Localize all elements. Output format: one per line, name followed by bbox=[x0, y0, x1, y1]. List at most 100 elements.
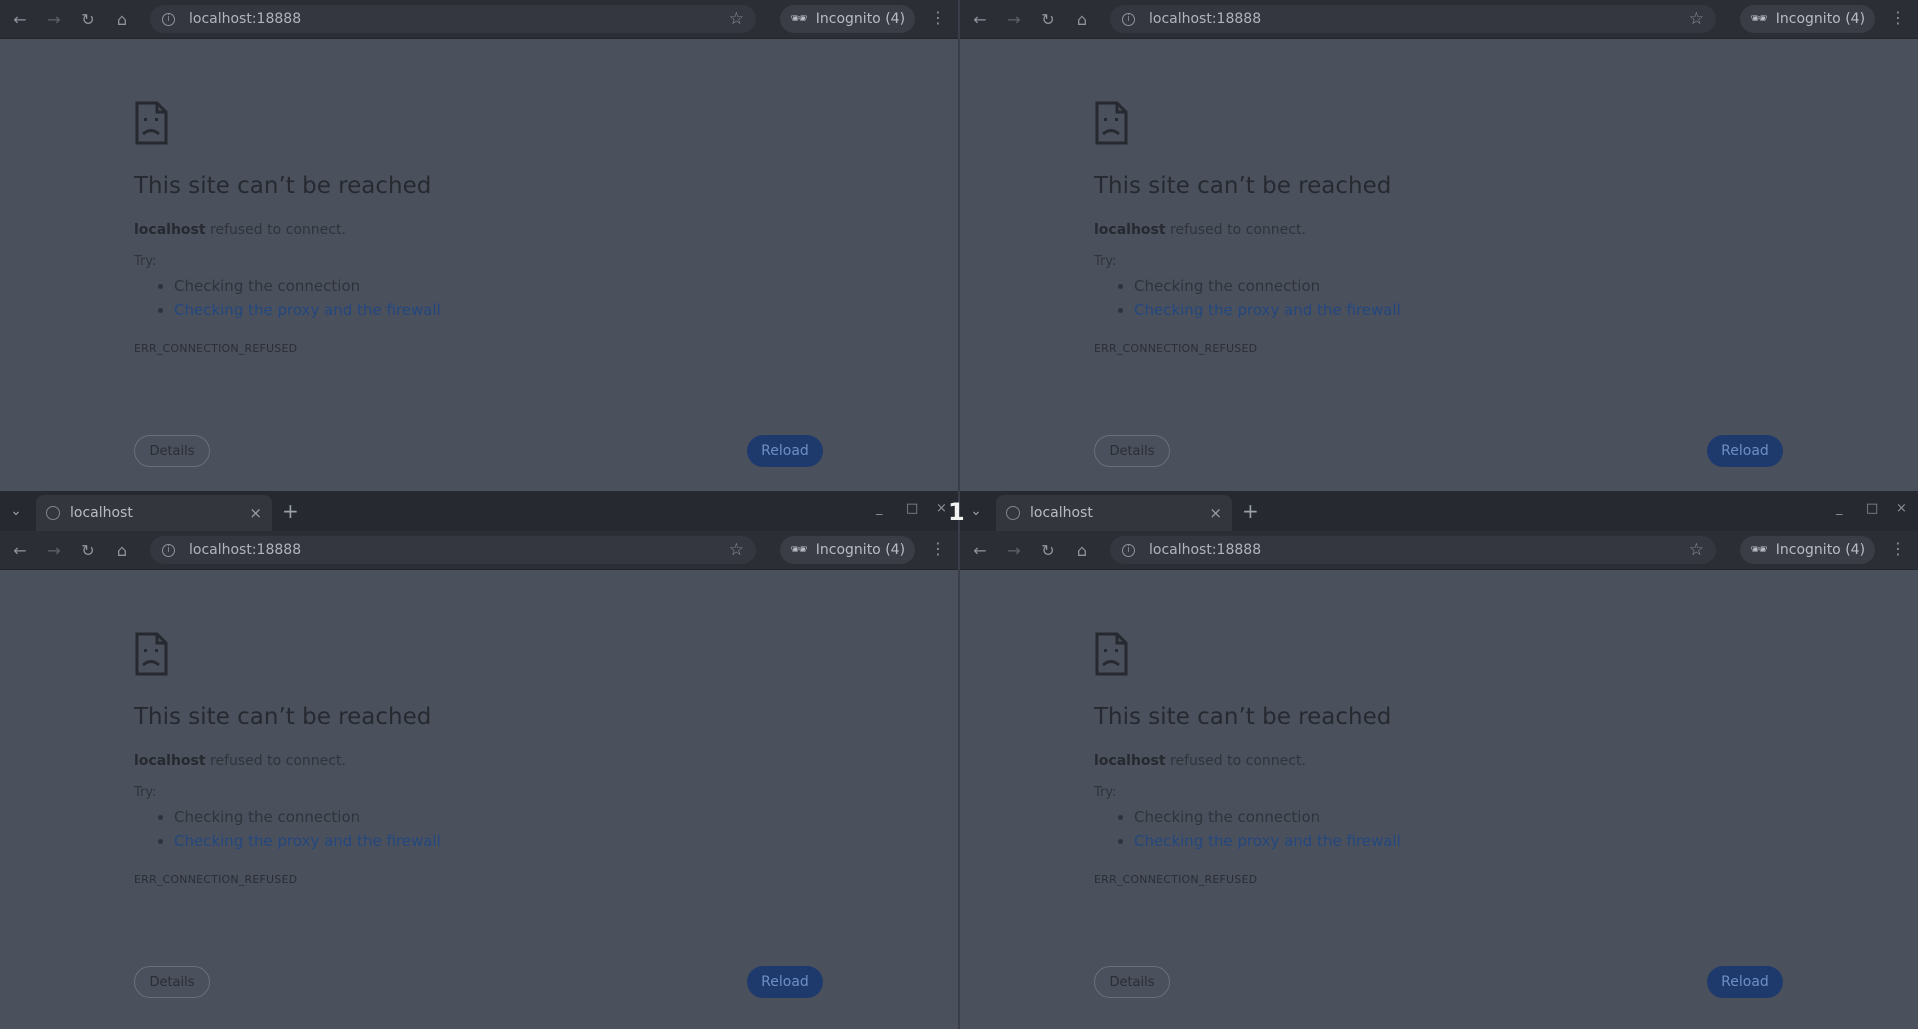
home-icon[interactable]: ⌂ bbox=[1068, 536, 1096, 564]
kebab-menu-icon[interactable]: ⋮ bbox=[1890, 8, 1906, 27]
reload-button[interactable]: Reload bbox=[747, 966, 823, 998]
forward-icon[interactable]: → bbox=[40, 5, 68, 33]
incognito-label: Incognito (4) bbox=[1775, 11, 1866, 27]
tab-search-chevron-icon[interactable]: ⌄ bbox=[966, 501, 986, 521]
tab-strip: ⌄ localhost × + _ □ × bbox=[0, 491, 958, 531]
reload-icon[interactable]: ↻ bbox=[1034, 536, 1062, 564]
site-info-icon[interactable]: i bbox=[162, 543, 175, 557]
incognito-indicator[interactable]: 🕶 Incognito (4) bbox=[780, 5, 916, 33]
bookmark-star-icon[interactable]: ☆ bbox=[1689, 9, 1704, 29]
suggestion-check-proxy-link[interactable]: Checking the proxy and the firewall bbox=[1134, 832, 1401, 850]
reload-icon[interactable]: ↻ bbox=[74, 5, 102, 33]
error-code: ERR_CONNECTION_REFUSED bbox=[134, 342, 298, 355]
close-window-button[interactable]: × bbox=[936, 501, 947, 516]
url-text: localhost:18888 bbox=[1149, 11, 1262, 27]
site-info-icon[interactable]: i bbox=[162, 12, 175, 26]
back-icon[interactable]: ← bbox=[966, 536, 994, 564]
maximize-button[interactable]: □ bbox=[906, 501, 918, 516]
browser-toolbar: ← → ↻ ⌂ i localhost:18888 ☆ 🕶 Incognito … bbox=[960, 531, 1918, 570]
reload-button[interactable]: Reload bbox=[1707, 435, 1783, 467]
browser-toolbar: ← → ↻ ⌂ i localhost:18888 ☆ 🕶 Incognito … bbox=[0, 531, 958, 570]
error-message-rest: refused to connect. bbox=[1165, 222, 1306, 238]
details-button[interactable]: Details bbox=[1094, 435, 1170, 467]
incognito-label: Incognito (4) bbox=[1775, 542, 1866, 558]
address-bar[interactable]: i localhost:18888 ☆ bbox=[150, 536, 756, 564]
new-tab-button[interactable]: + bbox=[282, 499, 299, 523]
address-bar[interactable]: i localhost:18888 ☆ bbox=[1110, 5, 1716, 33]
kebab-menu-icon[interactable]: ⋮ bbox=[930, 8, 946, 27]
sad-page-icon bbox=[135, 632, 168, 676]
back-icon[interactable]: ← bbox=[6, 536, 34, 564]
suggestion-check-proxy-link[interactable]: Checking the proxy and the firewall bbox=[1134, 301, 1401, 319]
incognito-icon: 🕶 bbox=[1750, 11, 1768, 27]
suggestion-check-connection: Checking the connection bbox=[174, 274, 441, 298]
reload-button[interactable]: Reload bbox=[747, 435, 823, 467]
forward-icon[interactable]: → bbox=[1000, 536, 1028, 564]
incognito-indicator[interactable]: 🕶 Incognito (4) bbox=[1740, 536, 1876, 564]
address-bar[interactable]: i localhost:18888 ☆ bbox=[1110, 536, 1716, 564]
minimize-button[interactable]: _ bbox=[876, 501, 883, 516]
bookmark-star-icon[interactable]: ☆ bbox=[729, 540, 744, 560]
error-heading: This site can’t be reached bbox=[1094, 704, 1392, 730]
kebab-menu-icon[interactable]: ⋮ bbox=[930, 539, 946, 558]
new-tab-button[interactable]: + bbox=[1242, 499, 1259, 523]
suggestion-check-proxy-link[interactable]: Checking the proxy and the firewall bbox=[174, 301, 441, 319]
tab-localhost[interactable]: localhost × bbox=[996, 495, 1232, 531]
error-message-rest: refused to connect. bbox=[205, 753, 346, 769]
forward-icon[interactable]: → bbox=[1000, 5, 1028, 33]
error-code: ERR_CONNECTION_REFUSED bbox=[1094, 342, 1258, 355]
home-icon[interactable]: ⌂ bbox=[108, 5, 136, 33]
incognito-indicator[interactable]: 🕶 Incognito (4) bbox=[1740, 5, 1876, 33]
incognito-indicator[interactable]: 🕶 Incognito (4) bbox=[780, 536, 916, 564]
details-button[interactable]: Details bbox=[1094, 966, 1170, 998]
sad-page-icon bbox=[1095, 101, 1128, 145]
error-heading: This site can’t be reached bbox=[1094, 173, 1392, 199]
tab-title: localhost bbox=[70, 505, 133, 521]
tab-localhost[interactable]: localhost × bbox=[36, 495, 272, 531]
back-icon[interactable]: ← bbox=[6, 5, 34, 33]
minimize-button[interactable]: _ bbox=[1836, 501, 1843, 516]
tab-close-icon[interactable]: × bbox=[1209, 504, 1222, 522]
try-label: Try: bbox=[134, 254, 157, 269]
reload-icon[interactable]: ↻ bbox=[1034, 5, 1062, 33]
error-host: localhost bbox=[134, 222, 206, 238]
try-label: Try: bbox=[134, 785, 157, 800]
browser-window-bottom-left: ⌄ localhost × + _ □ × ← → ↻ ⌂ i localhos… bbox=[0, 491, 958, 1029]
bookmark-star-icon[interactable]: ☆ bbox=[729, 9, 744, 29]
close-window-button[interactable]: × bbox=[1896, 501, 1907, 516]
browser-window-bottom-right: ⌄ localhost × + _ □ × ← → ↻ ⌂ i localhos… bbox=[960, 491, 1918, 1029]
kebab-menu-icon[interactable]: ⋮ bbox=[1890, 539, 1906, 558]
home-icon[interactable]: ⌂ bbox=[1068, 5, 1096, 33]
error-heading: This site can’t be reached bbox=[134, 173, 432, 199]
error-message: localhost refused to connect. bbox=[1094, 222, 1306, 238]
reload-button[interactable]: Reload bbox=[1707, 966, 1783, 998]
try-label: Try: bbox=[1094, 254, 1117, 269]
try-label: Try: bbox=[1094, 785, 1117, 800]
address-bar[interactable]: i localhost:18888 ☆ bbox=[150, 5, 756, 33]
error-heading: This site can’t be reached bbox=[134, 704, 432, 730]
incognito-icon: 🕶 bbox=[790, 11, 808, 27]
details-button[interactable]: Details bbox=[134, 435, 210, 467]
site-info-icon[interactable]: i bbox=[1122, 12, 1135, 26]
back-icon[interactable]: ← bbox=[966, 5, 994, 33]
error-code: ERR_CONNECTION_REFUSED bbox=[1094, 873, 1258, 886]
suggestion-check-proxy-link[interactable]: Checking the proxy and the firewall bbox=[174, 832, 441, 850]
browser-window-top-left: ← → ↻ ⌂ i localhost:18888 ☆ 🕶 Incognito … bbox=[0, 0, 958, 491]
home-icon[interactable]: ⌂ bbox=[108, 536, 136, 564]
maximize-button[interactable]: □ bbox=[1866, 501, 1878, 516]
forward-icon[interactable]: → bbox=[40, 536, 68, 564]
workspace-number-badge: 1 bbox=[948, 498, 965, 526]
tab-search-chevron-icon[interactable]: ⌄ bbox=[6, 501, 26, 521]
url-text: localhost:18888 bbox=[189, 11, 302, 27]
suggestion-check-connection: Checking the connection bbox=[174, 805, 441, 829]
suggestion-list: Checking the connection Checking the pro… bbox=[1110, 805, 1401, 853]
site-info-icon[interactable]: i bbox=[1122, 543, 1135, 557]
incognito-label: Incognito (4) bbox=[815, 542, 906, 558]
error-host: localhost bbox=[1094, 753, 1166, 769]
tab-close-icon[interactable]: × bbox=[249, 504, 262, 522]
reload-icon[interactable]: ↻ bbox=[74, 536, 102, 564]
bookmark-star-icon[interactable]: ☆ bbox=[1689, 540, 1704, 560]
details-button[interactable]: Details bbox=[134, 966, 210, 998]
browser-toolbar: ← → ↻ ⌂ i localhost:18888 ☆ 🕶 Incognito … bbox=[0, 0, 958, 39]
url-text: localhost:18888 bbox=[189, 542, 302, 558]
